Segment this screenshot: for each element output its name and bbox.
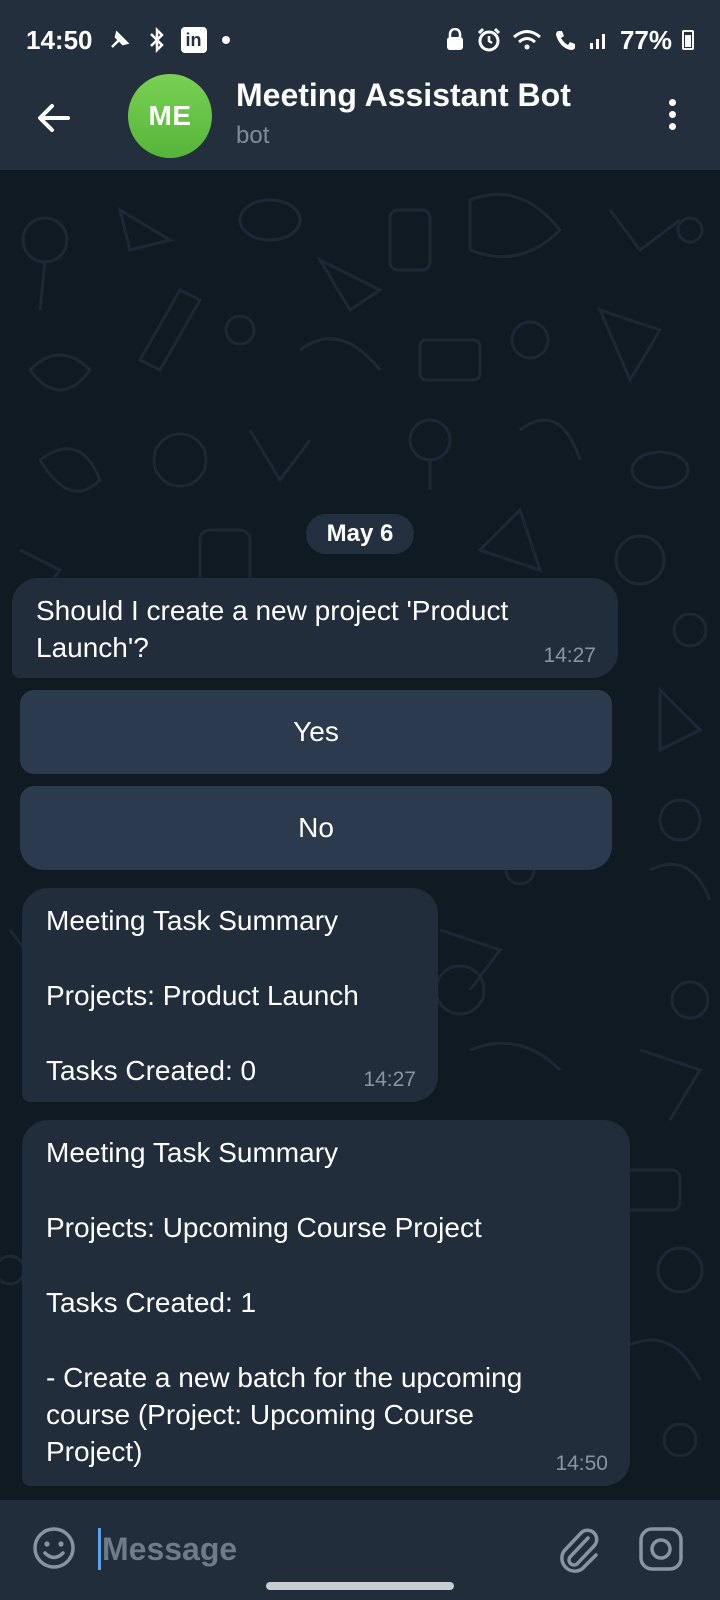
kebab-dot-icon xyxy=(668,123,676,130)
attach-button[interactable] xyxy=(554,1524,602,1574)
message-text-line: Tasks Created: 0 xyxy=(46,1055,257,1086)
message-text-line: Should I create a new project 'Product xyxy=(36,595,509,626)
kebab-dot-icon xyxy=(668,99,676,106)
message-time: 14:27 xyxy=(543,644,596,667)
camera-button[interactable] xyxy=(636,1524,686,1574)
alarm-icon xyxy=(476,27,502,53)
message-text-line: Meeting Task Summary xyxy=(46,1137,339,1168)
message-bubble[interactable]: Meeting Task Summary Projects: Product L… xyxy=(22,888,438,1102)
text-caret xyxy=(98,1528,101,1570)
message-text-line: Launch'? xyxy=(36,632,149,663)
message-bubble[interactable]: Meeting Task Summary Projects: Upcoming … xyxy=(22,1120,630,1486)
battery-icon xyxy=(682,30,694,50)
linkedin-icon: in xyxy=(180,27,207,53)
emoji-button[interactable] xyxy=(30,1524,78,1572)
chat-title[interactable]: Meeting Assistant Bot xyxy=(236,77,571,114)
arrow-left-icon xyxy=(38,104,70,132)
message-text-line: Tasks Created: 1 xyxy=(46,1287,257,1318)
camera-icon xyxy=(639,1527,683,1571)
pin-icon xyxy=(107,27,133,53)
message-text-line: - Create a new batch for the upcoming xyxy=(46,1362,523,1393)
message-text-line: Projects: Product Launch xyxy=(46,980,359,1011)
message-text-line: Project) xyxy=(46,1436,143,1467)
back-button[interactable] xyxy=(34,98,74,138)
battery-percent: 77% xyxy=(619,24,672,55)
bluetooth-icon xyxy=(147,27,167,53)
message-time: 14:50 xyxy=(555,1452,608,1475)
message-time: 14:27 xyxy=(363,1068,416,1091)
message-text-line: Projects: Upcoming Course Project xyxy=(46,1212,482,1243)
chat-subtitle: bot xyxy=(236,122,270,149)
smile-icon xyxy=(33,1527,75,1569)
chat-area[interactable]: May 6 Should I create a new project 'Pro… xyxy=(0,170,720,1500)
status-bar: 14:50 in 77% xyxy=(0,0,720,80)
date-chip: May 6 xyxy=(306,514,414,554)
inline-button-no[interactable]: No xyxy=(20,786,612,870)
dot-icon xyxy=(221,27,231,53)
call-icon xyxy=(552,27,578,53)
wifi-icon xyxy=(512,27,542,53)
chat-header: ME Meeting Assistant Bot bot xyxy=(0,74,720,170)
kebab-dot-icon xyxy=(668,111,676,118)
home-indicator[interactable] xyxy=(266,1582,454,1590)
paperclip-icon xyxy=(560,1528,599,1573)
message-input[interactable] xyxy=(102,1524,522,1574)
message-text-line: course (Project: Upcoming Course xyxy=(46,1399,474,1430)
message-text-line: Meeting Task Summary xyxy=(46,905,339,936)
message-bubble[interactable]: Should I create a new project 'Product L… xyxy=(12,578,618,678)
avatar[interactable]: ME xyxy=(128,74,212,158)
inline-button-yes[interactable]: Yes xyxy=(20,690,612,774)
more-options-button[interactable] xyxy=(660,96,684,136)
lock-icon xyxy=(444,27,466,53)
status-time: 14:50 xyxy=(26,24,93,55)
signal-icon xyxy=(588,27,610,53)
